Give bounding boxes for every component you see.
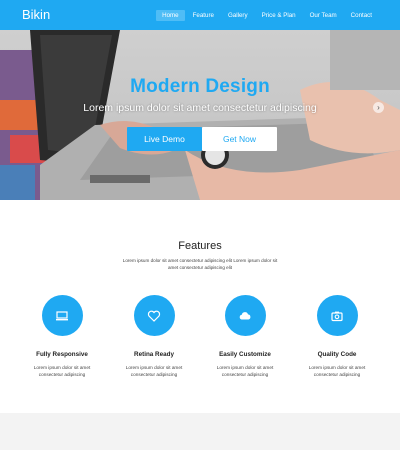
feature-text: Lorem ipsum dolor sit amet consectetur a… [33,365,91,377]
nav-contact[interactable]: Contact [345,10,378,21]
nav-our-team[interactable]: Our Team [304,10,343,21]
feature-card: Fully Responsive Lorem ipsum dolor sit a… [22,295,102,378]
chevron-right-icon[interactable]: › [373,102,384,113]
navbar: Bikin Home Feature Gallery Price & Plan … [0,0,400,30]
cloud-icon [224,295,266,336]
feature-text: Lorem ipsum dolor sit amet consectetur a… [216,365,274,377]
nav-gallery[interactable]: Gallery [222,10,254,21]
feature-card: Quality Code Lorem ipsum dolor sit amet … [297,295,377,378]
main-nav: Home Feature Gallery Price & Plan Our Te… [154,10,378,21]
camera-icon [316,295,358,336]
feature-text: Lorem ipsum dolor sit amet consectetur a… [125,365,183,377]
nav-feature[interactable]: Feature [187,10,220,21]
feature-text: Lorem ipsum dolor sit amet consectetur a… [308,365,366,377]
get-now-button[interactable]: Get Now [202,127,277,151]
nav-home[interactable]: Home [156,10,185,21]
hero-background-image [0,30,400,200]
live-demo-button[interactable]: Live Demo [127,127,202,151]
features-heading: Features [178,240,222,252]
features-description: Lorem ipsum dolor sit amet consectetur a… [122,258,278,270]
laptop-icon [41,295,83,336]
nav-price-plan[interactable]: Price & Plan [256,10,302,21]
hero-subtitle: Lorem ipsum dolor sit amet consectetur a… [83,102,317,114]
feature-title: Retina Ready [134,351,174,358]
heart-icon [133,295,175,336]
feature-title: Quality Code [317,351,357,358]
feature-title: Fully Responsive [36,351,88,358]
next-section-band [0,413,400,450]
feature-card: Easily Customize Lorem ipsum dolor sit a… [205,295,285,378]
feature-title: Easily Customize [219,351,271,358]
brand-logo[interactable]: Bikin [22,7,50,22]
feature-card: Retina Ready Lorem ipsum dolor sit amet … [114,295,194,378]
hero-title: Modern Design [130,76,270,97]
hero-banner: Modern Design Lorem ipsum dolor sit amet… [0,30,400,200]
